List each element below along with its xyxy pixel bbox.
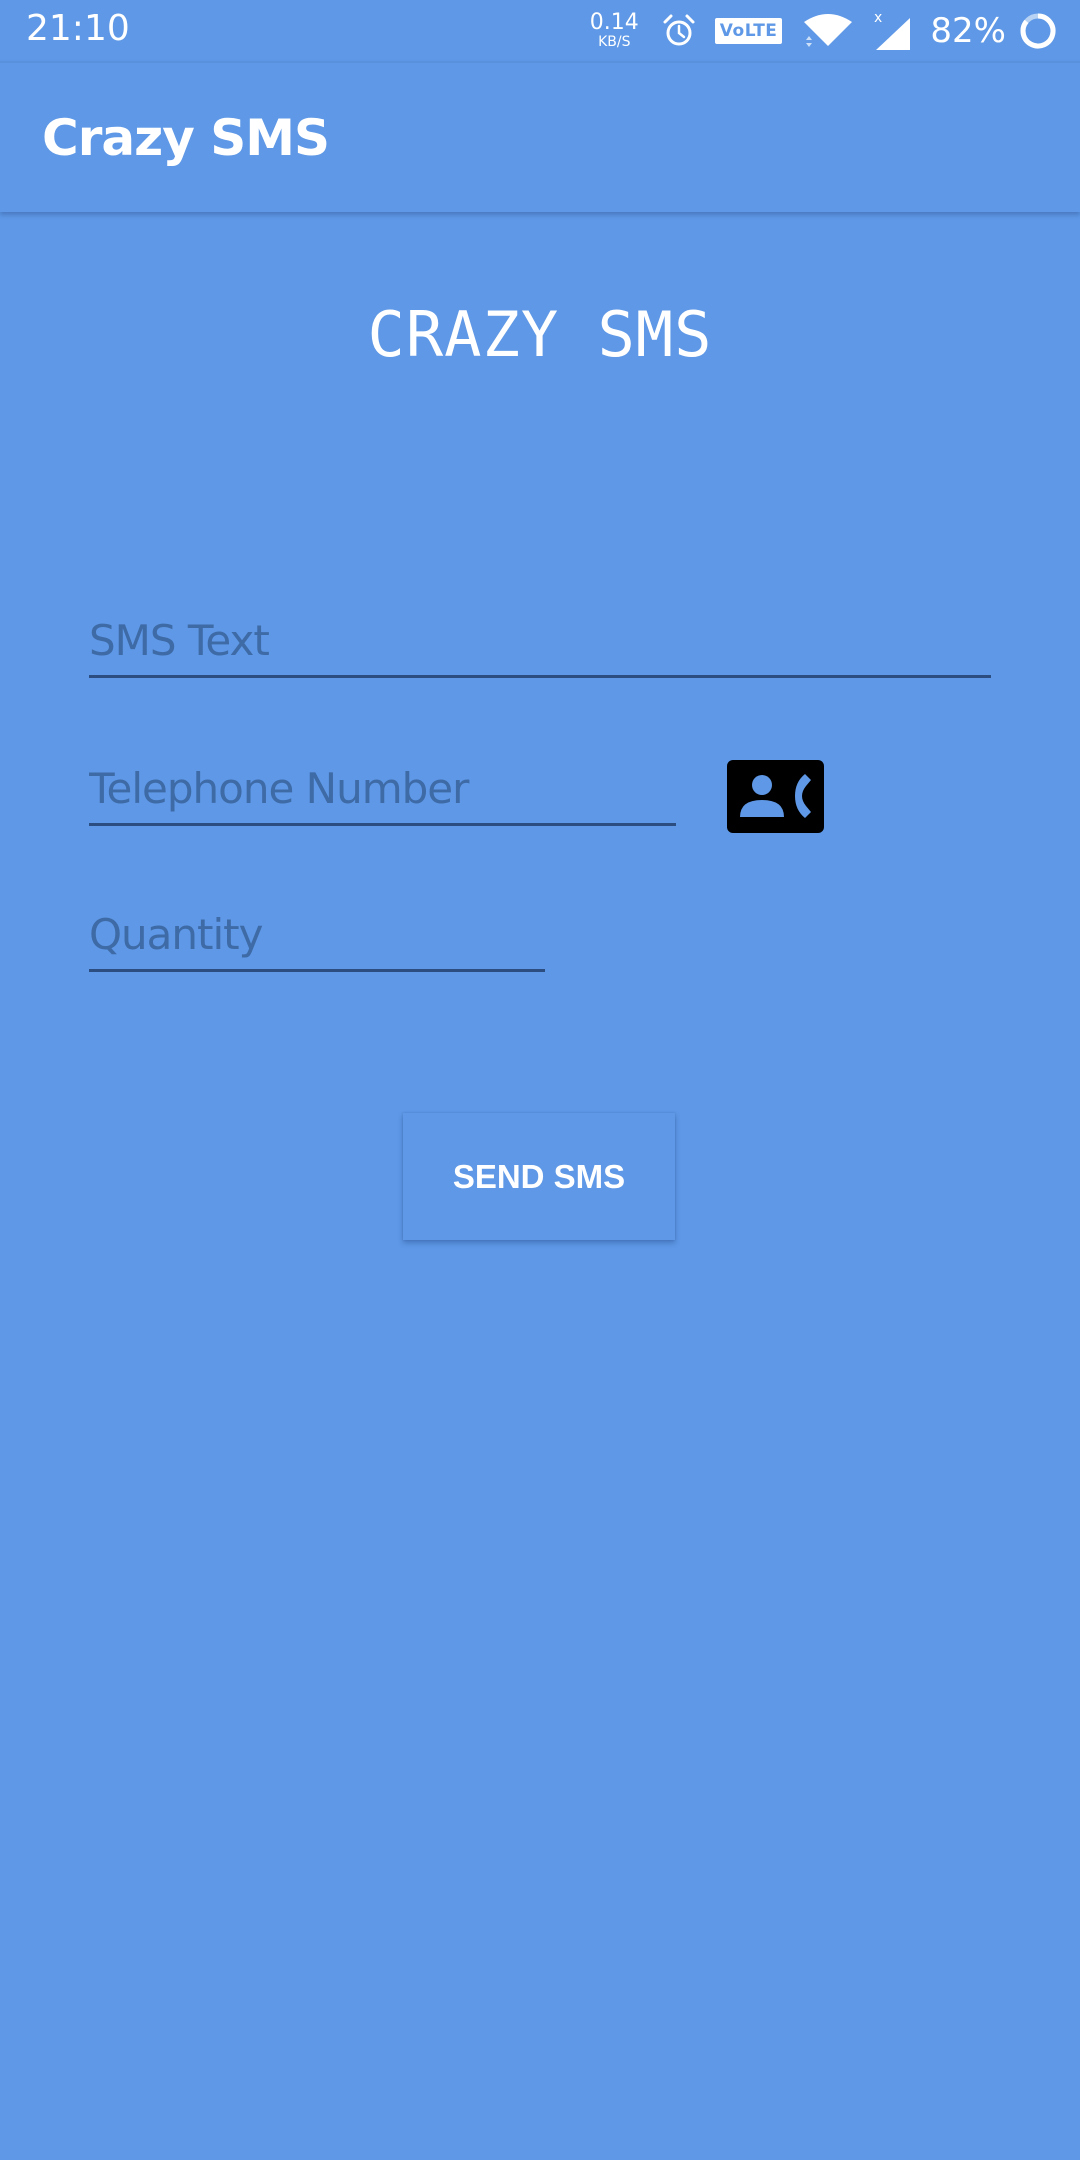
sms-text-input[interactable] [89,616,991,665]
signal-icon: x [872,10,914,52]
contact-picker-button[interactable] [727,760,824,833]
status-time: 21:10 [26,8,130,49]
telephone-number-field[interactable] [89,753,676,826]
wifi-icon [802,12,854,50]
battery-percent: 82% [930,10,1006,51]
network-speed-value: 0.14 [589,10,639,35]
send-sms-button[interactable]: SEND SMS [403,1113,675,1240]
battery-icon [1018,11,1058,51]
page-heading: CRAZY SMS [367,298,713,371]
app-title: Crazy SMS [42,109,330,167]
svg-text:x: x [874,10,882,26]
alarm-icon [661,13,697,49]
quantity-input[interactable] [89,910,545,959]
contact-phone-icon [740,774,811,818]
quantity-field[interactable] [89,899,545,972]
volte-icon: VoLTE [714,17,783,44]
sms-text-field[interactable] [89,605,991,678]
status-icons: 0.14 KB/S VoLTE x 82% [590,0,1058,61]
status-bar: 21:10 0.14 KB/S VoLTE x 82% [0,0,1080,61]
app-bar: Crazy SMS [0,61,1080,212]
telephone-number-input[interactable] [89,764,676,813]
network-speed: 0.14 KB/S [589,10,639,50]
network-speed-unit: KB/S [598,34,631,50]
